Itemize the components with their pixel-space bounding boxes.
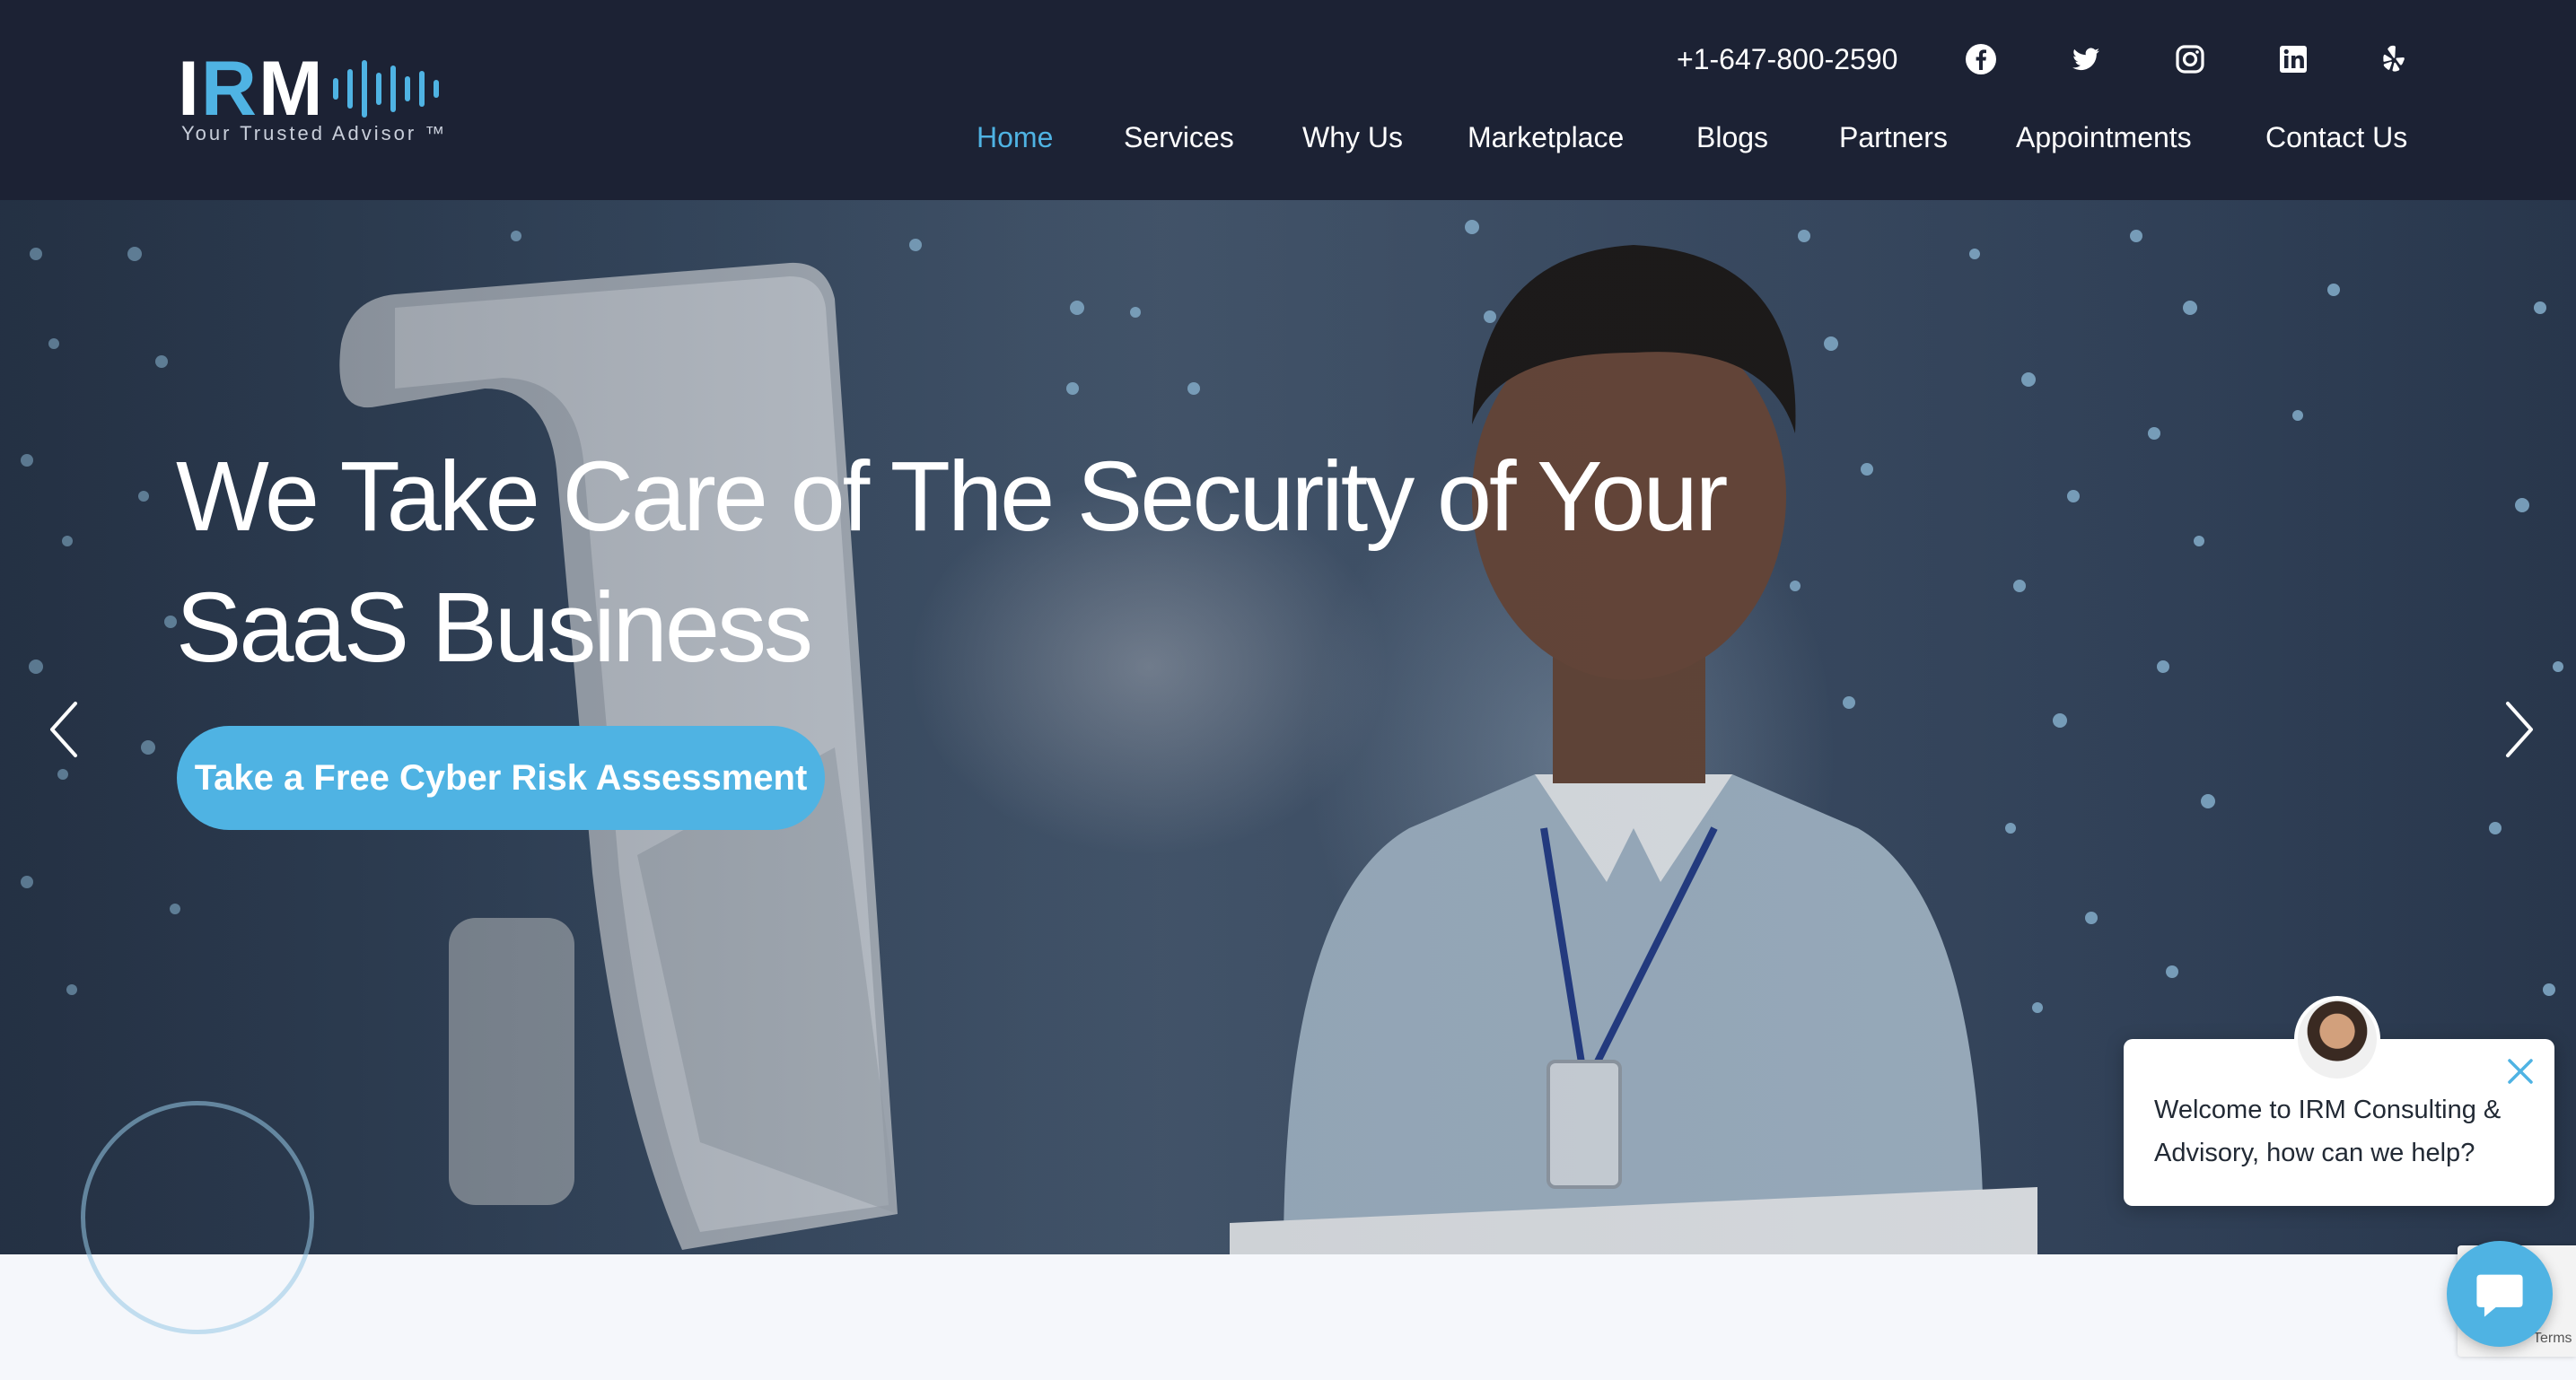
twitter-icon[interactable]	[2068, 41, 2104, 77]
yelp-icon[interactable]	[2375, 41, 2411, 77]
recaptcha-terms-link[interactable]: Terms	[2533, 1331, 2572, 1347]
slider-next-arrow-icon[interactable]	[2501, 698, 2537, 761]
logo[interactable]: IRM Your Trusted Advisor ™	[178, 50, 474, 149]
hero-headline-line1: We Take Care of The Security of Your	[176, 441, 1728, 552]
nav-appointments[interactable]: Appointments	[2016, 121, 2192, 161]
hero-headline: We Take Care of The Security of Your Saa…	[176, 432, 1792, 694]
free-cyber-risk-assessment-button[interactable]: Take a Free Cyber Risk Assessment	[177, 726, 825, 830]
nav-why-us[interactable]: Why Us	[1302, 121, 1403, 161]
sound-wave-icon	[333, 60, 439, 118]
decorative-circle	[81, 1101, 314, 1334]
chat-agent-avatar	[2294, 996, 2380, 1082]
nav-home[interactable]: Home	[977, 121, 1053, 161]
page: IRM Your Trusted Advisor ™ +1-647-800-25…	[0, 0, 2576, 1380]
phone-link[interactable]: +1-647-800-2590	[1677, 43, 1897, 76]
hero-headline-line2: SaaS Business	[176, 572, 813, 683]
logo-tagline: Your Trusted Advisor ™	[181, 122, 448, 144]
nav-contact-us[interactable]: Contact Us	[2265, 121, 2407, 161]
chat-welcome-message: Welcome to IRM Consulting & Advisory, ho…	[2154, 1096, 2502, 1167]
logo-wordmark: IRM	[178, 46, 325, 132]
linkedin-icon[interactable]	[2275, 41, 2311, 77]
close-icon[interactable]	[2504, 1055, 2537, 1087]
chat-bubble-icon	[2476, 1274, 2523, 1317]
nav-partners[interactable]: Partners	[1839, 121, 1948, 161]
instagram-icon[interactable]	[2172, 41, 2208, 77]
nav-blogs[interactable]: Blogs	[1696, 121, 1768, 161]
slider-prev-arrow-icon[interactable]	[47, 698, 83, 761]
chat-open-button[interactable]	[2447, 1241, 2553, 1347]
facebook-icon[interactable]	[1963, 41, 1999, 77]
site-header: IRM Your Trusted Advisor ™ +1-647-800-25…	[0, 0, 2576, 200]
nav-marketplace[interactable]: Marketplace	[1468, 121, 1624, 161]
nav-services[interactable]: Services	[1124, 121, 1234, 161]
